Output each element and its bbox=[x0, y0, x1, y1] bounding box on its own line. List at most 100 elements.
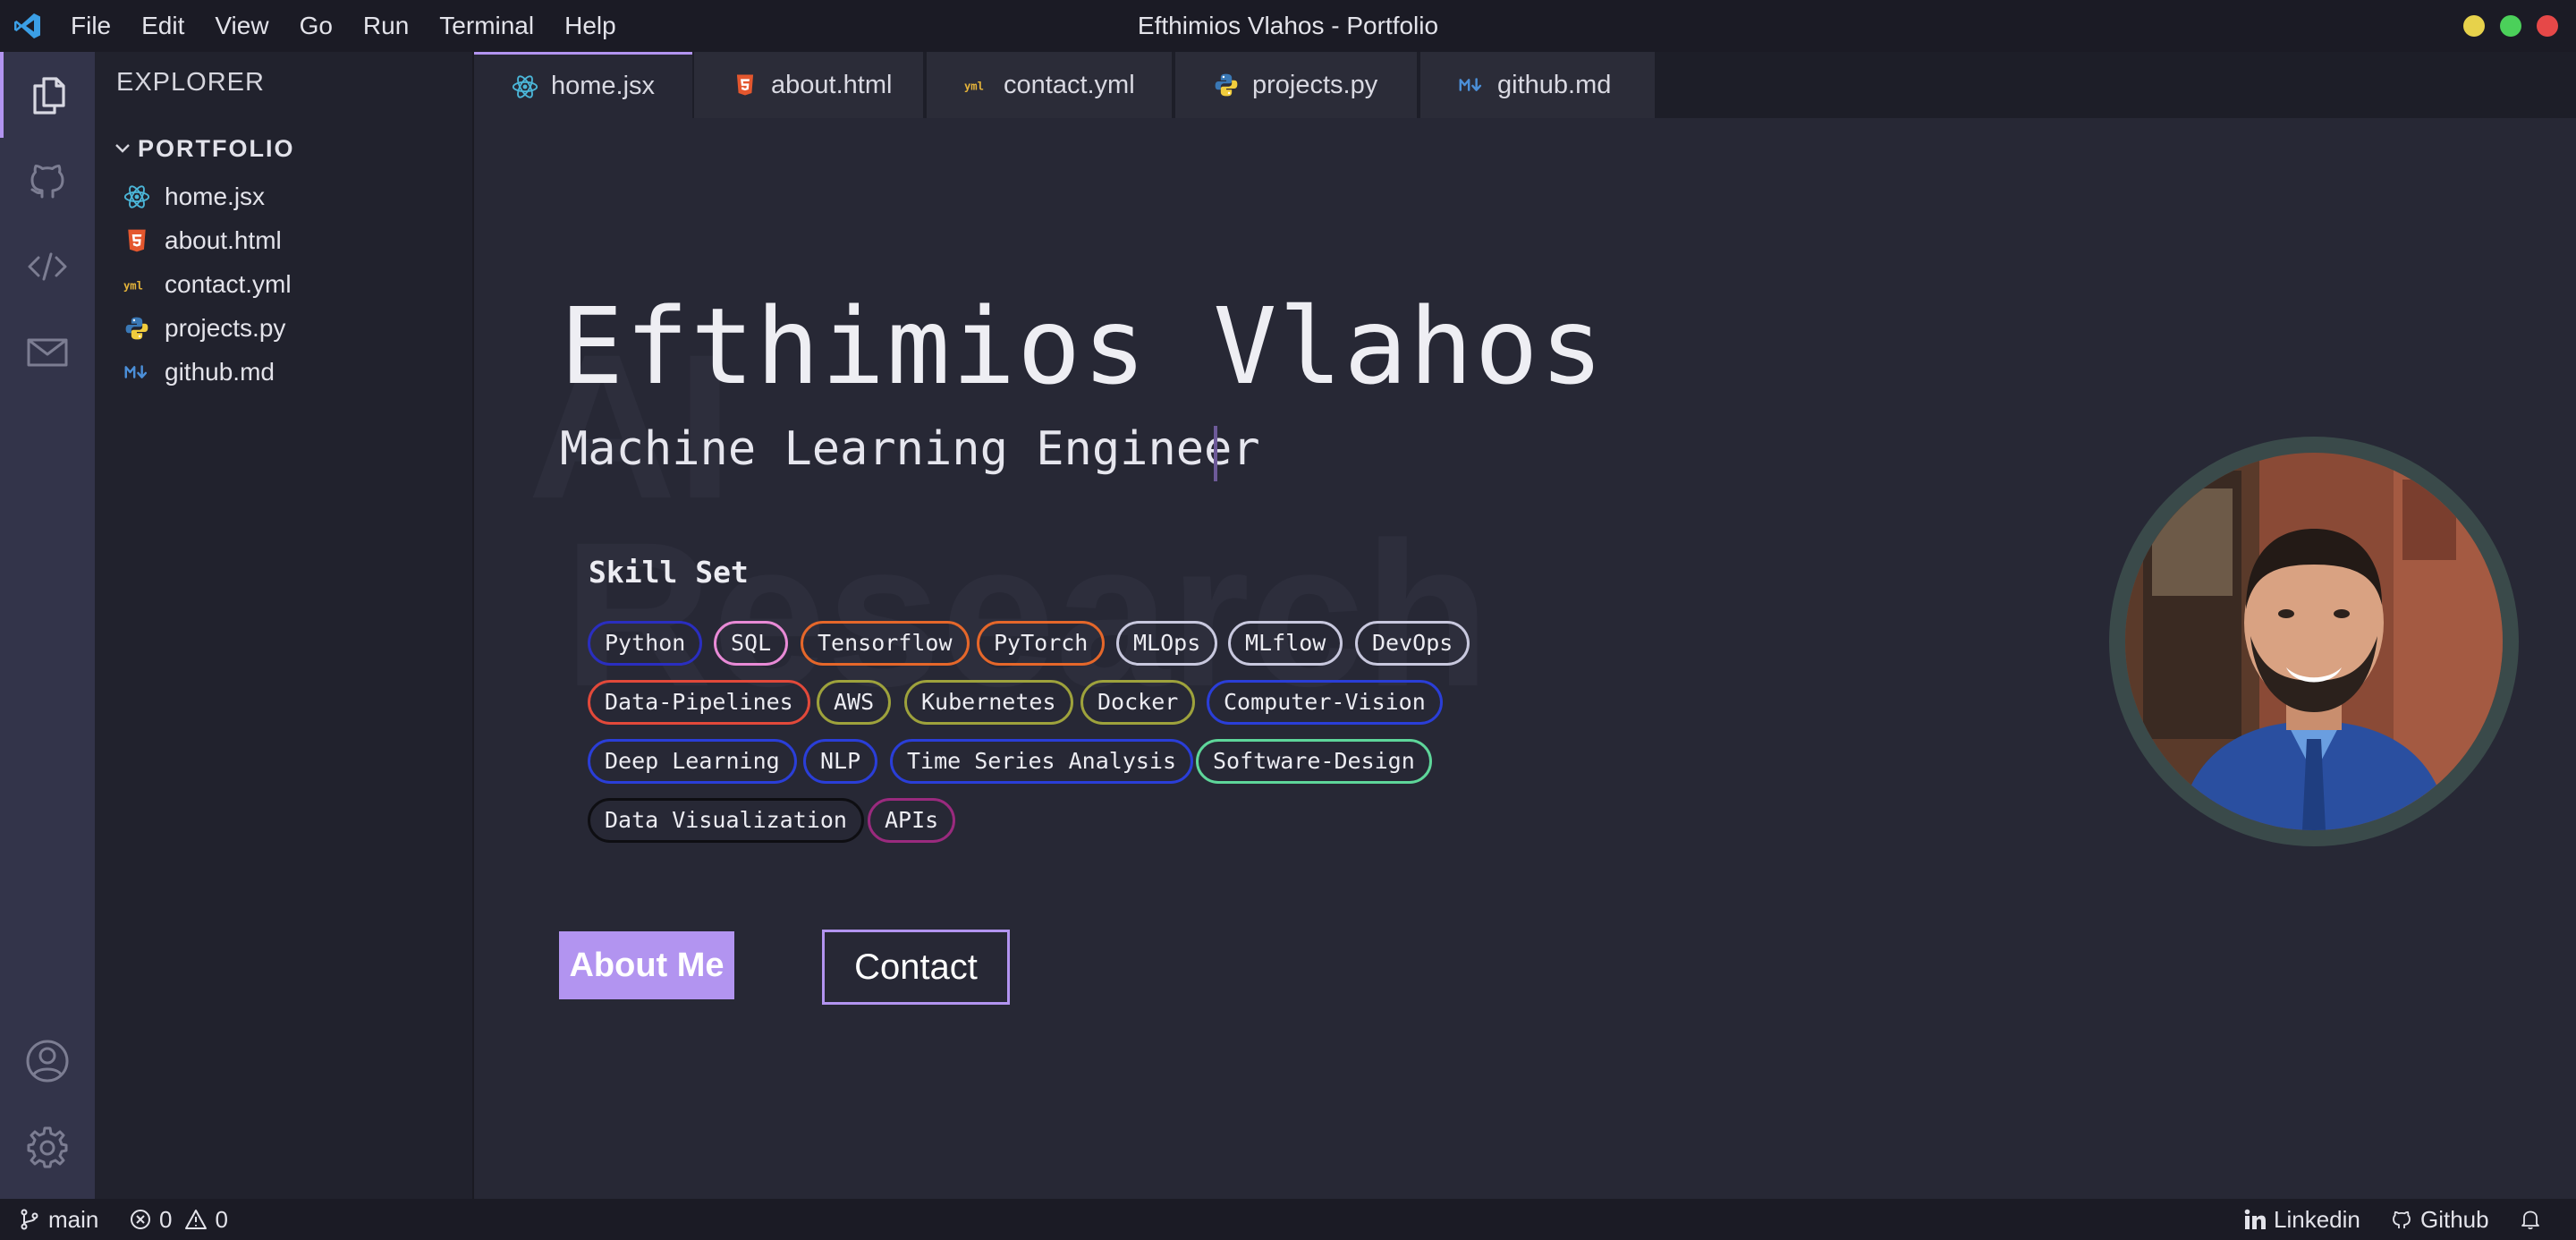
notifications-bell[interactable] bbox=[2519, 1199, 2549, 1240]
skill-pill: Python bbox=[588, 621, 703, 666]
typing-caret bbox=[1214, 426, 1217, 481]
github-icon bbox=[2393, 1210, 2411, 1228]
file-projects-py[interactable]: projects.py bbox=[122, 309, 285, 348]
skill-pill: Software-Design bbox=[1196, 739, 1432, 784]
file-label: projects.py bbox=[165, 314, 286, 342]
mail-icon[interactable] bbox=[0, 310, 95, 395]
menu-run[interactable]: Run bbox=[363, 12, 409, 40]
activity-bar bbox=[0, 52, 95, 1199]
skill-pill: Deep Learning bbox=[588, 739, 797, 784]
yaml-icon: yml bbox=[962, 70, 993, 100]
file-home-jsx[interactable]: home.jsx bbox=[122, 177, 265, 217]
skill-pill: PyTorch bbox=[977, 621, 1106, 666]
skill-pill: Kubernetes bbox=[904, 680, 1073, 725]
hero-role: Machine Learning Engineer bbox=[560, 422, 1260, 476]
menu-edit[interactable]: Edit bbox=[141, 12, 184, 40]
github-link[interactable]: Github bbox=[2390, 1199, 2489, 1240]
tab-contact-yml[interactable]: yml contact.yml bbox=[927, 52, 1172, 118]
file-about-html[interactable]: about.html bbox=[122, 221, 282, 260]
warning-count: 0 bbox=[215, 1205, 228, 1233]
status-bar: main 0 0 Linkedin Github bbox=[0, 1199, 2576, 1240]
file-github-md[interactable]: github.md bbox=[122, 352, 275, 392]
linkedin-label: Linkedin bbox=[2274, 1205, 2360, 1233]
skill-pill: Computer-Vision bbox=[1207, 680, 1443, 725]
folder-portfolio[interactable]: PORTFOLIO bbox=[113, 131, 295, 166]
file-label: contact.yml bbox=[165, 270, 292, 298]
skill-pill: MLflow bbox=[1228, 621, 1343, 666]
tab-about-html[interactable]: about.html bbox=[694, 52, 923, 118]
svg-text:yml: yml bbox=[964, 81, 984, 93]
tab-label: about.html bbox=[771, 70, 893, 99]
markdown-icon bbox=[122, 357, 152, 387]
svg-text:yml: yml bbox=[123, 280, 143, 293]
tab-label: projects.py bbox=[1252, 70, 1378, 99]
menu-bar: File Edit View Go Run Terminal Help bbox=[55, 0, 631, 52]
github-icon[interactable] bbox=[0, 138, 95, 224]
file-contact-yml[interactable]: yml contact.yml bbox=[122, 265, 292, 304]
title-bar: File Edit View Go Run Terminal Help Efth… bbox=[0, 0, 2576, 52]
skill-pill: Tensorflow bbox=[801, 621, 970, 666]
react-icon bbox=[122, 182, 152, 212]
python-icon bbox=[1211, 70, 1241, 100]
react-icon bbox=[510, 72, 540, 102]
code-icon[interactable] bbox=[0, 224, 95, 310]
yaml-icon: yml bbox=[122, 269, 152, 300]
tab-projects-py[interactable]: projects.py bbox=[1175, 52, 1417, 118]
tab-label: home.jsx bbox=[551, 72, 656, 100]
profile-avatar bbox=[2109, 437, 2519, 846]
tab-home-jsx[interactable]: home.jsx bbox=[474, 52, 692, 118]
github-label: Github bbox=[2420, 1205, 2489, 1233]
error-count: 0 bbox=[159, 1205, 173, 1233]
skill-pill: Docker bbox=[1080, 680, 1196, 725]
minimize-button[interactable] bbox=[2463, 15, 2485, 37]
file-label: github.md bbox=[165, 358, 275, 386]
account-icon[interactable] bbox=[0, 1018, 95, 1104]
menu-view[interactable]: View bbox=[215, 12, 268, 40]
skill-pill: AWS bbox=[817, 680, 892, 725]
settings-gear-icon[interactable] bbox=[0, 1104, 95, 1190]
vscode-logo-icon bbox=[14, 13, 40, 38]
files-icon[interactable] bbox=[0, 52, 95, 138]
problems-indicator[interactable]: 0 0 bbox=[129, 1199, 228, 1240]
chevron-down-icon bbox=[115, 144, 130, 153]
linkedin-link[interactable]: Linkedin bbox=[2243, 1199, 2360, 1240]
menu-help[interactable]: Help bbox=[564, 12, 616, 40]
html5-icon bbox=[730, 70, 760, 100]
tab-github-md[interactable]: github.md bbox=[1420, 52, 1655, 118]
git-branch-icon bbox=[21, 1209, 38, 1230]
error-icon bbox=[131, 1210, 150, 1229]
markdown-icon bbox=[1456, 70, 1487, 100]
maximize-button[interactable] bbox=[2500, 15, 2521, 37]
close-button[interactable] bbox=[2537, 15, 2558, 37]
skill-pill: MLOps bbox=[1116, 621, 1218, 666]
python-icon bbox=[122, 313, 152, 344]
explorer-title: EXPLORER bbox=[116, 68, 265, 97]
explorer-sidebar: EXPLORER PORTFOLIO home.jsx about.html y… bbox=[95, 52, 474, 1199]
branch-indicator[interactable]: main bbox=[18, 1199, 98, 1240]
linkedin-icon bbox=[2244, 1209, 2266, 1229]
skills-title: Skill Set bbox=[589, 555, 749, 590]
tab-label: contact.yml bbox=[1004, 70, 1135, 99]
profile-photo bbox=[2125, 453, 2503, 830]
editor-area: AI Research Efthimios Vlahos Machine Lea… bbox=[474, 118, 2576, 1199]
tab-label: github.md bbox=[1497, 70, 1612, 99]
about-me-button[interactable]: About Me bbox=[559, 931, 734, 999]
folder-label: PORTFOLIO bbox=[138, 134, 295, 162]
menu-go[interactable]: Go bbox=[300, 12, 333, 40]
skill-pill: NLP bbox=[803, 739, 878, 784]
menu-file[interactable]: File bbox=[71, 12, 111, 40]
contact-button[interactable]: Contact bbox=[822, 930, 1010, 1005]
file-label: about.html bbox=[165, 226, 282, 254]
skill-pill: SQL bbox=[714, 621, 789, 666]
html5-icon bbox=[122, 225, 152, 256]
skill-pill: Time Series Analysis bbox=[890, 739, 1194, 784]
tab-bar: home.jsx about.html yml contact.yml proj… bbox=[474, 52, 2576, 118]
skill-pill: DevOps bbox=[1355, 621, 1470, 666]
menu-terminal[interactable]: Terminal bbox=[439, 12, 534, 40]
file-label: home.jsx bbox=[165, 183, 266, 210]
hero-name: Efthimios Vlahos bbox=[560, 285, 1606, 408]
bell-icon bbox=[2521, 1210, 2539, 1230]
warning-icon bbox=[185, 1210, 208, 1229]
skill-pill: Data Visualization bbox=[588, 798, 864, 843]
branch-label: main bbox=[48, 1205, 99, 1233]
